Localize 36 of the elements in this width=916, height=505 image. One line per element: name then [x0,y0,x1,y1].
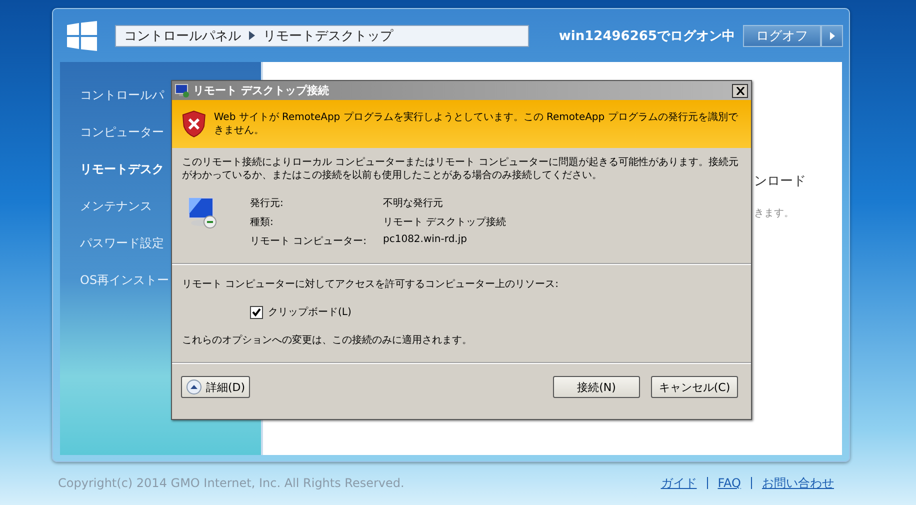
close-icon [736,86,744,94]
description-text: このリモート接続によりローカル コンピューターまたはリモート コンピューターに問題が起きる可能性があります。接続元がわかっているか、またはこの接続を以前も使用したことがある場合のみ接続してください。 [182,156,740,182]
details-button[interactable]: 詳細(D) [181,376,250,398]
detail-label: リモート コンピューター: [250,235,368,248]
dialog-title: リモート デスクトップ接続 [193,83,329,98]
checkbox-label[interactable]: クリップボード(L) [268,305,352,319]
warning-text: Web サイトが RemoteApp プログラムを実行しようとしています。この RemoteApp プログラムの発行元を識別できません。 [214,111,739,137]
footer-link[interactable]: ガイド [650,477,707,489]
computer-icon [188,196,218,230]
section-text: きます。 [754,207,794,220]
detail-value: 不明な発行元 [383,197,444,210]
dialog-button[interactable]: キャンセル(C) [651,376,738,398]
logoff-menu-button[interactable] [821,24,843,46]
shield-error-icon [182,109,206,139]
note-text: これらのオプションへの変更は、この接続のみに適用されます。 [182,334,473,347]
breadcrumb-item[interactable]: リモートデスクトップ [263,26,393,44]
detail-label: 発行元: [250,197,284,210]
triangle-right-icon [830,32,834,40]
copyright-text: Copyright(c) 2014 GMO Internet, Inc. All Rights Reserved. [58,476,404,490]
monitor-icon [175,84,190,98]
resources-label: リモート コンピューターに対してアクセスを許可するコンピューター上のリソース: [182,278,560,291]
checkbox[interactable] [250,306,263,318]
user-status: win12496265でログオン中 [558,28,735,44]
chevron-up-icon [186,379,202,395]
detail-value: pc1082.win-rd.jp [383,234,468,247]
section-heading: ンロード [754,173,806,190]
logoff-button[interactable]: ログオフ [743,24,821,46]
dialog-button[interactable]: 接続(N) [553,376,640,398]
close-button[interactable] [732,84,748,98]
footer-link[interactable]: FAQ [706,477,751,489]
detail-label: 種類: [250,216,274,229]
chevron-right-icon [249,31,255,40]
windows-logo-icon [67,20,97,50]
detail-value: リモート デスクトップ接続 [383,216,506,229]
footer-link[interactable]: お問い合わせ [751,477,834,489]
breadcrumb-item[interactable]: コントロールパネル [124,26,241,44]
